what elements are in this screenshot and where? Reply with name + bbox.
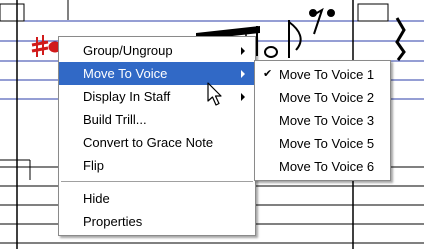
eighth-rest (309, 7, 335, 35)
menu-separator (61, 181, 253, 182)
menu-item-label: Properties (83, 214, 143, 229)
selected-note[interactable] (31, 35, 62, 57)
chevron-right-icon (241, 47, 245, 55)
submenu-item-voice-6[interactable]: Move To Voice 6 (255, 155, 390, 178)
chevron-right-icon (241, 93, 245, 101)
submenu-item-label: Move To Voice 3 (279, 113, 375, 128)
menu-item-label: Flip (83, 158, 104, 173)
quarter-rest (395, 17, 406, 61)
menu-item-hide[interactable]: Hide (59, 187, 255, 210)
menu-item-build-trill[interactable]: Build Trill... (59, 108, 255, 131)
menu-item-group-ungroup[interactable]: Group/Ungroup (59, 39, 255, 62)
submenu-item-voice-5[interactable]: Move To Voice 5 (255, 132, 390, 155)
menu-item-label: Convert to Grace Note (83, 135, 214, 150)
submenu-item-voice-1[interactable]: ✔ Move To Voice 1 (255, 63, 390, 86)
check-icon: ✔ (263, 68, 273, 80)
context-menu: Group/Ungroup Move To Voice Display In S… (58, 36, 256, 236)
menu-item-label: Build Trill... (83, 112, 147, 127)
submenu-item-label: Move To Voice 2 (279, 90, 375, 105)
mouse-pointer-icon (207, 82, 222, 106)
submenu-item-label: Move To Voice 5 (279, 136, 375, 151)
menu-item-flip[interactable]: Flip (59, 154, 255, 177)
menu-item-convert-to-grace-note[interactable]: Convert to Grace Note (59, 131, 255, 154)
submenu-item-voice-3[interactable]: Move To Voice 3 (255, 109, 390, 132)
menu-item-label: Hide (83, 191, 110, 206)
menu-item-label: Move To Voice (83, 66, 168, 81)
menu-item-properties[interactable]: Properties (59, 210, 255, 233)
menu-item-label: Group/Ungroup (83, 43, 173, 58)
submenu-item-voice-2[interactable]: Move To Voice 2 (255, 86, 390, 109)
submenu-item-label: Move To Voice 1 (279, 67, 375, 82)
submenu-item-label: Move To Voice 6 (279, 159, 375, 174)
menu-item-label: Display In Staff (83, 89, 171, 104)
move-to-voice-submenu: ✔ Move To Voice 1 Move To Voice 2 Move T… (254, 60, 391, 181)
chevron-right-icon (241, 70, 245, 78)
eighth-note (288, 20, 302, 58)
